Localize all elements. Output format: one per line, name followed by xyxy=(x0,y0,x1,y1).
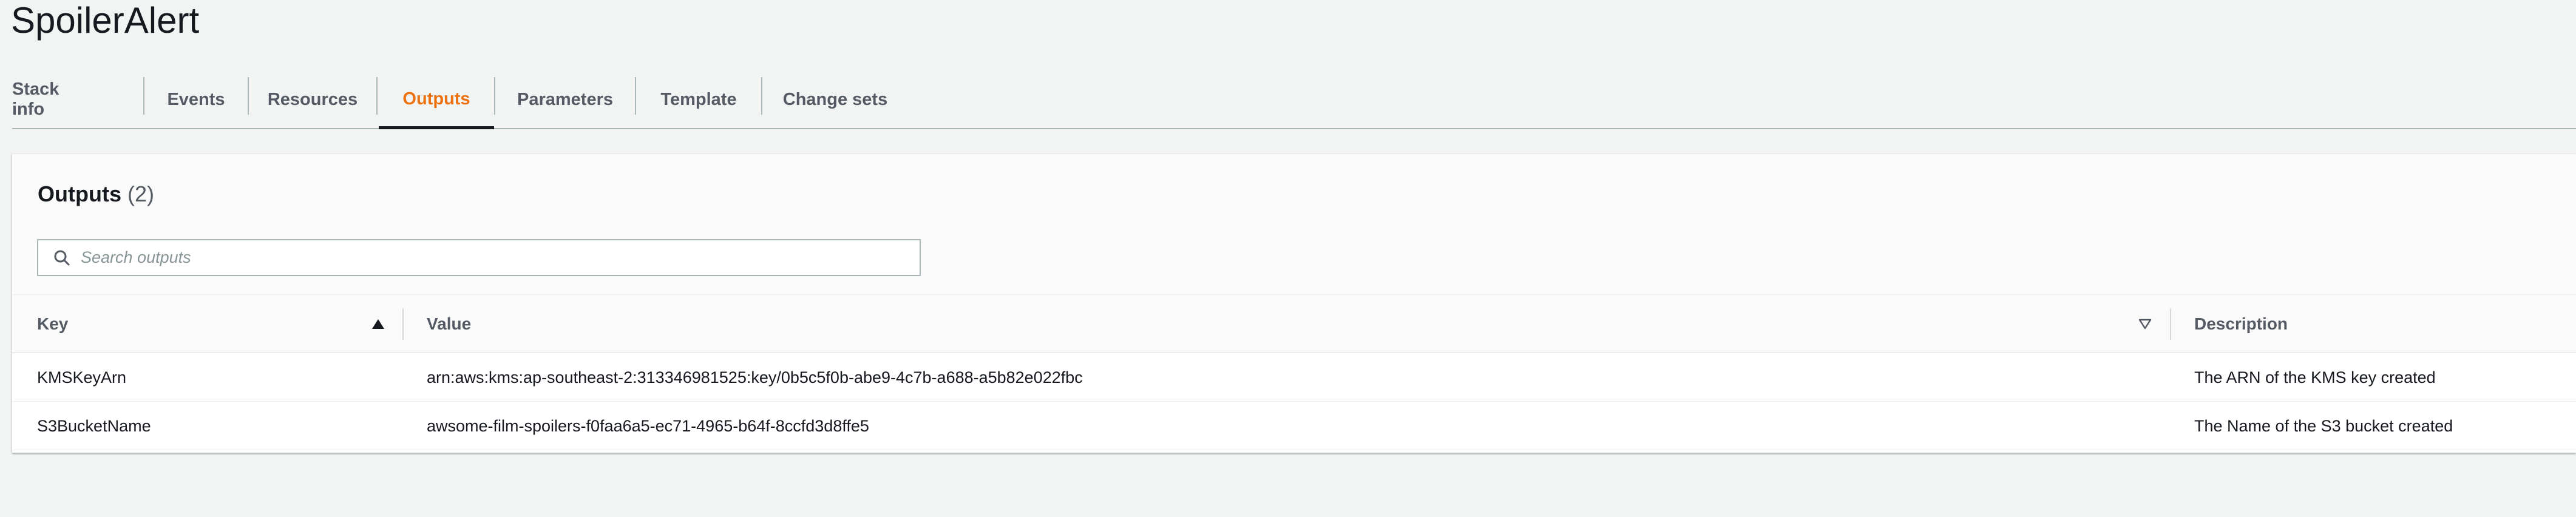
table-row: S3BucketName awsome-film-spoilers-f0faa6… xyxy=(12,402,2576,450)
caret-up-filled-icon[interactable] xyxy=(370,316,387,333)
outputs-panel: Outputs (2) Key Value Des xyxy=(12,154,2576,453)
caret-down-outline-icon[interactable] xyxy=(2137,316,2154,333)
column-divider[interactable] xyxy=(402,308,404,340)
tab-events[interactable]: Events xyxy=(144,71,248,128)
tab-divider xyxy=(376,77,378,115)
output-value: awsome-film-spoilers-f0faa6a5-ec71-4965-… xyxy=(427,416,869,435)
outputs-count: (2) xyxy=(127,181,154,206)
column-header-value[interactable]: Value xyxy=(427,295,471,353)
search-box xyxy=(37,239,921,276)
tab-stack-info[interactable]: Stack info xyxy=(12,71,95,128)
page-title: SpoilerAlert xyxy=(11,0,200,41)
outputs-table: Key Value Description KMSKeyArn arn:aws:… xyxy=(12,295,2576,450)
table-row: KMSKeyArn arn:aws:kms:ap-southeast-2:313… xyxy=(12,353,2576,402)
output-description: The Name of the S3 bucket created xyxy=(2194,416,2453,435)
column-header-description[interactable]: Description xyxy=(2194,295,2288,353)
outputs-heading: Outputs (2) xyxy=(38,178,154,210)
output-key: S3BucketName xyxy=(37,416,151,435)
search-icon xyxy=(47,241,77,275)
tab-bar: Stack info Events Resources Outputs Para… xyxy=(12,71,2576,129)
tab-template[interactable]: Template xyxy=(636,71,761,128)
outputs-title: Outputs xyxy=(38,181,121,206)
output-value: arn:aws:kms:ap-southeast-2:313346981525:… xyxy=(427,368,1083,387)
output-description: The ARN of the KMS key created xyxy=(2194,368,2436,387)
column-divider[interactable] xyxy=(2170,308,2171,340)
search-outputs-input[interactable] xyxy=(77,242,920,273)
tab-outputs[interactable]: Outputs xyxy=(379,71,494,129)
table-header: Key Value Description xyxy=(12,295,2576,353)
outputs-panel-header: Outputs (2) xyxy=(12,154,2576,295)
tab-resources[interactable]: Resources xyxy=(249,71,376,128)
output-key: KMSKeyArn xyxy=(37,368,127,387)
column-header-key[interactable]: Key xyxy=(37,295,68,353)
tab-change-sets[interactable]: Change sets xyxy=(762,71,908,128)
tab-parameters[interactable]: Parameters xyxy=(495,71,635,128)
